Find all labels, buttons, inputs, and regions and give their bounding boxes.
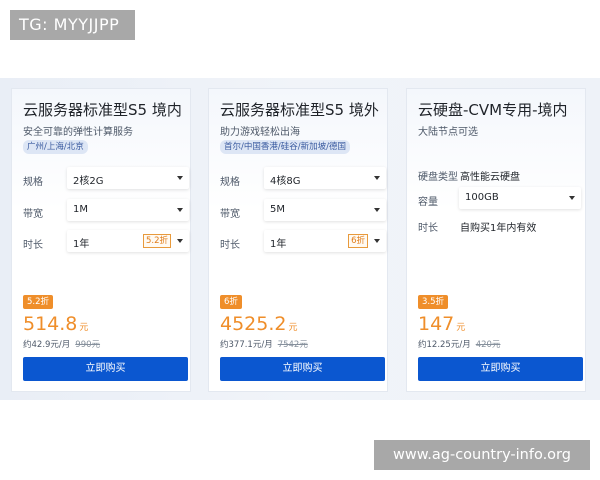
select-value: 1M [73, 204, 88, 215]
price-unit: 元 [79, 323, 89, 333]
monthly-amount: 约42.9元/月 [23, 340, 71, 350]
caret-down-icon [374, 239, 380, 243]
monthly-amount: 约12.25元/月 [418, 340, 471, 350]
select-value: 1年 [73, 239, 90, 250]
product-card-cloud-disk: 云硬盘-CVM专用-境内 大陆节点可选 硬盘类型 高性能云硬盘 容量 100GB… [406, 88, 586, 392]
card-title: 云硬盘-CVM专用-境内 [418, 101, 568, 119]
price-amount: 514.8 [23, 313, 78, 335]
price-unit: 元 [288, 323, 298, 333]
disk-type-value: 高性能云硬盘 [460, 172, 520, 183]
discount-badge: 6折 [220, 295, 242, 309]
watermark-top: TG: MYYJJPP [10, 10, 135, 40]
bandwidth-select[interactable]: 5M [264, 199, 386, 221]
card-title: 云服务器标准型S5 境外 [220, 101, 379, 119]
caret-down-icon [569, 196, 575, 200]
duration-select[interactable]: 1年 6折 [264, 230, 386, 252]
caret-down-icon [374, 176, 380, 180]
duration-value: 自购买1年内有效 [460, 223, 537, 234]
select-value: 100GB [465, 192, 499, 203]
price-unit: 元 [456, 323, 466, 333]
region-tag: 首尔/中国香港/硅谷/新加坡/德国 [220, 140, 350, 154]
product-card-cvm-overseas: 云服务器标准型S5 境外 助力游戏轻松出海 首尔/中国香港/硅谷/新加坡/德国 … [208, 88, 388, 392]
spec-label-bandwidth: 带宽 [220, 209, 240, 220]
caret-down-icon [374, 208, 380, 212]
spec-label-size: 规格 [220, 177, 240, 188]
price-amount: 4525.2 [220, 313, 287, 335]
monthly-amount: 约377.1元/月 [220, 340, 273, 350]
monthly-price: 约377.1元/月 7542元 [220, 338, 308, 350]
region-tag: 广州/上海/北京 [23, 140, 88, 154]
card-subtitle: 大陆节点可选 [418, 127, 478, 138]
caret-down-icon [177, 239, 183, 243]
discount-badge: 5.2折 [23, 295, 54, 309]
select-value: 2核2G [73, 176, 104, 187]
spec-label-disk-type: 硬盘类型 [418, 172, 458, 183]
capacity-select[interactable]: 100GB [459, 187, 581, 209]
spec-label-duration: 时长 [418, 223, 438, 234]
original-price: 420元 [475, 340, 501, 350]
discount-tag: 5.2折 [142, 234, 171, 248]
size-select[interactable]: 2核2G [67, 167, 189, 189]
monthly-price: 约42.9元/月 990元 [23, 338, 100, 350]
bandwidth-select[interactable]: 1M [67, 199, 189, 221]
price: 147 元 [418, 313, 465, 335]
select-value: 4核8G [270, 176, 301, 187]
caret-down-icon [177, 208, 183, 212]
buy-now-button[interactable]: 立即购买 [220, 357, 385, 381]
original-price: 7542元 [277, 340, 308, 350]
size-select[interactable]: 4核8G [264, 167, 386, 189]
spec-label-capacity: 容量 [418, 197, 438, 208]
spec-label-size: 规格 [23, 177, 43, 188]
card-title: 云服务器标准型S5 境内 [23, 101, 182, 119]
card-subtitle: 安全可靠的弹性计算服务 [23, 127, 133, 138]
buy-now-button[interactable]: 立即购买 [23, 357, 188, 381]
caret-down-icon [177, 176, 183, 180]
duration-select[interactable]: 1年 5.2折 [67, 230, 189, 252]
select-value: 1年 [270, 239, 287, 250]
spec-label-bandwidth: 带宽 [23, 209, 43, 220]
price-amount: 147 [418, 313, 455, 335]
card-subtitle: 助力游戏轻松出海 [220, 127, 300, 138]
price: 514.8 元 [23, 313, 88, 335]
discount-tag: 6折 [348, 234, 368, 248]
watermark-bottom: www.ag-country-info.org [374, 440, 590, 470]
original-price: 990元 [75, 340, 101, 350]
spec-label-duration: 时长 [220, 240, 240, 251]
monthly-price: 约12.25元/月 420元 [418, 338, 500, 350]
spec-label-duration: 时长 [23, 240, 43, 251]
select-value: 5M [270, 204, 285, 215]
discount-badge: 3.5折 [418, 295, 449, 309]
product-card-cvm-domestic: 云服务器标准型S5 境内 安全可靠的弹性计算服务 广州/上海/北京 规格 2核2… [11, 88, 191, 392]
price: 4525.2 元 [220, 313, 298, 335]
buy-now-button[interactable]: 立即购买 [418, 357, 583, 381]
